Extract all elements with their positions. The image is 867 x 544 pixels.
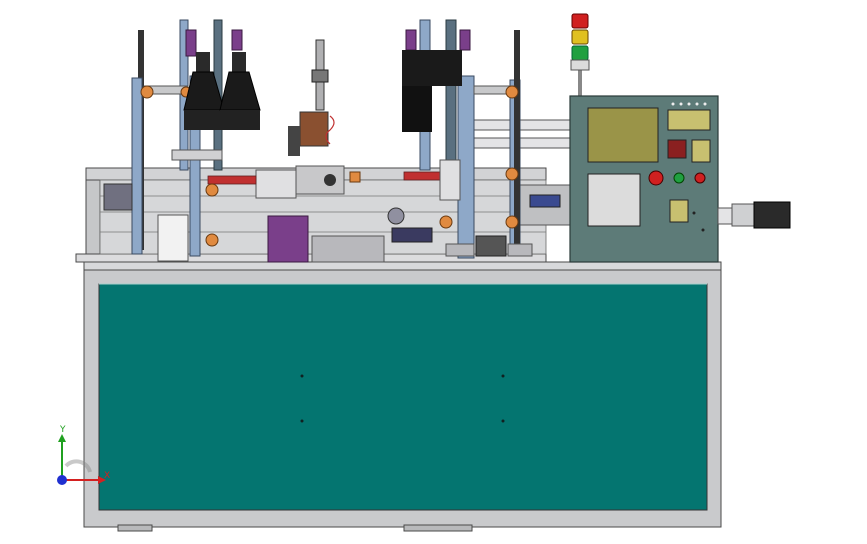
spindle-mount (288, 126, 300, 156)
panel-screw (501, 419, 505, 423)
panel-screw (501, 374, 505, 378)
gripper-wheel (324, 174, 336, 186)
led (687, 102, 691, 106)
led (671, 102, 675, 106)
led (679, 102, 683, 106)
blue-block (529, 194, 561, 208)
lens-body (196, 52, 210, 72)
purple-bracket (459, 29, 471, 51)
indicator-panel (691, 139, 711, 163)
screw (701, 228, 705, 232)
adjust-knob (505, 167, 519, 181)
z-axis-dot (57, 475, 67, 485)
foot-left (117, 524, 153, 532)
button-red-small[interactable] (694, 172, 706, 184)
adjust-knob (439, 215, 453, 229)
display-panel (667, 109, 711, 131)
red-belt (403, 171, 445, 181)
lens-body (232, 52, 246, 72)
machine-assembly-drawing: Y X (0, 0, 867, 544)
red-belt (207, 175, 257, 185)
control-door (587, 173, 641, 227)
left-side-plate (85, 167, 101, 255)
x-axis-label: X (104, 471, 110, 481)
tower-pole (578, 70, 582, 96)
motor-body (753, 201, 791, 229)
lower-fixture (311, 235, 385, 263)
adjust-knob (140, 85, 154, 99)
control-box (569, 95, 719, 263)
tower-lamp-green (571, 45, 589, 61)
foot-middle (403, 524, 473, 532)
gripper-block (295, 165, 345, 195)
roller (205, 183, 219, 197)
button-green[interactable] (673, 172, 685, 184)
right-block (439, 159, 461, 201)
purple-cover (267, 215, 309, 263)
tower-lamp-yellow (571, 29, 589, 45)
screw (692, 211, 696, 215)
cabinet-top-rail (83, 261, 722, 271)
motor-flange (731, 203, 755, 227)
purple-bracket (231, 29, 243, 51)
white-box (157, 214, 189, 262)
led (703, 102, 707, 106)
control-screen (587, 107, 659, 163)
left-motor (103, 183, 133, 211)
panel-screw (300, 419, 304, 423)
purple-bracket (185, 29, 197, 57)
right-column-2 (445, 19, 457, 171)
adjust-knob (505, 215, 519, 229)
sensor (349, 171, 361, 183)
pulley (387, 207, 405, 225)
lens-hood (184, 110, 224, 130)
slide-plate (171, 149, 223, 161)
roller (205, 233, 219, 247)
cabinet (83, 261, 722, 532)
spindle-collar (311, 69, 329, 83)
emergency-unit (667, 139, 687, 159)
tower-base (570, 59, 590, 71)
cabinet-panel (98, 283, 708, 511)
adjust-knob (505, 85, 519, 99)
conveyor-block (391, 227, 433, 243)
left-post-blue (131, 77, 143, 255)
purple-bracket (405, 29, 417, 51)
tower-lamp-red (571, 13, 589, 29)
valve-block (475, 235, 507, 257)
camera-body-right (402, 50, 462, 86)
panel-screw (300, 374, 304, 378)
foot-block (445, 243, 475, 257)
y-axis-label: Y (59, 425, 66, 435)
carriage-block (255, 169, 297, 199)
led (695, 102, 699, 106)
lens-hood (220, 110, 260, 130)
button-red[interactable] (648, 170, 664, 186)
camera-lens-right-unit (402, 86, 432, 132)
foot-block (507, 243, 533, 257)
key-switch (669, 199, 689, 223)
motor-coupling (717, 207, 733, 225)
spindle-motor (299, 111, 329, 147)
